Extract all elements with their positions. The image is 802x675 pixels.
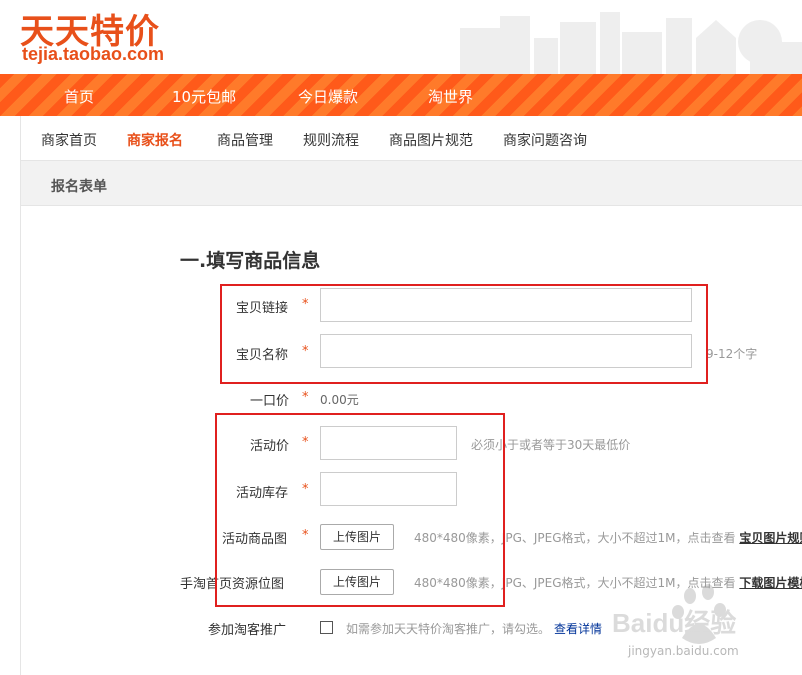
watermark-brand: Baidu经验 bbox=[612, 608, 736, 638]
item-name-hint: 9-12个字 bbox=[706, 347, 758, 361]
subnav-merchant-signup[interactable]: 商家报名 bbox=[127, 130, 183, 150]
subnav-merchant-home[interactable]: 商家首页 bbox=[41, 130, 97, 150]
header: 天天特价 tejia.taobao.com bbox=[0, 0, 802, 74]
taoke-checkbox[interactable] bbox=[320, 621, 333, 634]
merchant-subnav: 商家首页 商家报名 商品管理 规则流程 商品图片规范 商家问题咨询 bbox=[20, 116, 802, 161]
nav-global[interactable]: 淘世界 bbox=[428, 86, 473, 107]
subnav-rules[interactable]: 规则流程 bbox=[303, 130, 359, 150]
taoke-label: 参加淘客推广 bbox=[208, 623, 287, 638]
logo-domain[interactable]: tejia.taobao.com bbox=[22, 44, 164, 65]
taoke-details-link[interactable]: 查看详情 bbox=[554, 620, 602, 637]
form-title: 一.填写商品信息 bbox=[180, 250, 321, 272]
subnav-merchant-help[interactable]: 商家问题咨询 bbox=[503, 130, 587, 150]
promo-image-rule-link[interactable]: 宝贝图片规则 bbox=[739, 531, 802, 545]
annotation-box-top bbox=[220, 284, 708, 384]
section-header: 报名表单 bbox=[20, 161, 802, 206]
nav-hot-today[interactable]: 今日爆款 bbox=[298, 86, 358, 107]
section-title: 报名表单 bbox=[51, 179, 107, 195]
watermark-url: jingyan.baidu.com bbox=[628, 644, 739, 658]
list-price-value: 0.00元 bbox=[320, 393, 359, 407]
taoke-hint: 如需参加天天特价淘客推广，请勾选。 bbox=[346, 622, 551, 636]
list-price-label: 一口价 bbox=[250, 394, 290, 409]
annotation-box-bottom bbox=[215, 413, 505, 607]
main-nav: 首页 10元包邮 今日爆款 淘世界 bbox=[0, 74, 802, 116]
skyline-decoration-icon bbox=[460, 12, 802, 74]
subnav-image-spec[interactable]: 商品图片规范 bbox=[389, 130, 473, 150]
required-mark: * bbox=[302, 390, 309, 405]
nav-free-shipping[interactable]: 10元包邮 bbox=[172, 86, 236, 107]
nav-home[interactable]: 首页 bbox=[64, 86, 94, 107]
subnav-product-manage[interactable]: 商品管理 bbox=[217, 130, 273, 150]
